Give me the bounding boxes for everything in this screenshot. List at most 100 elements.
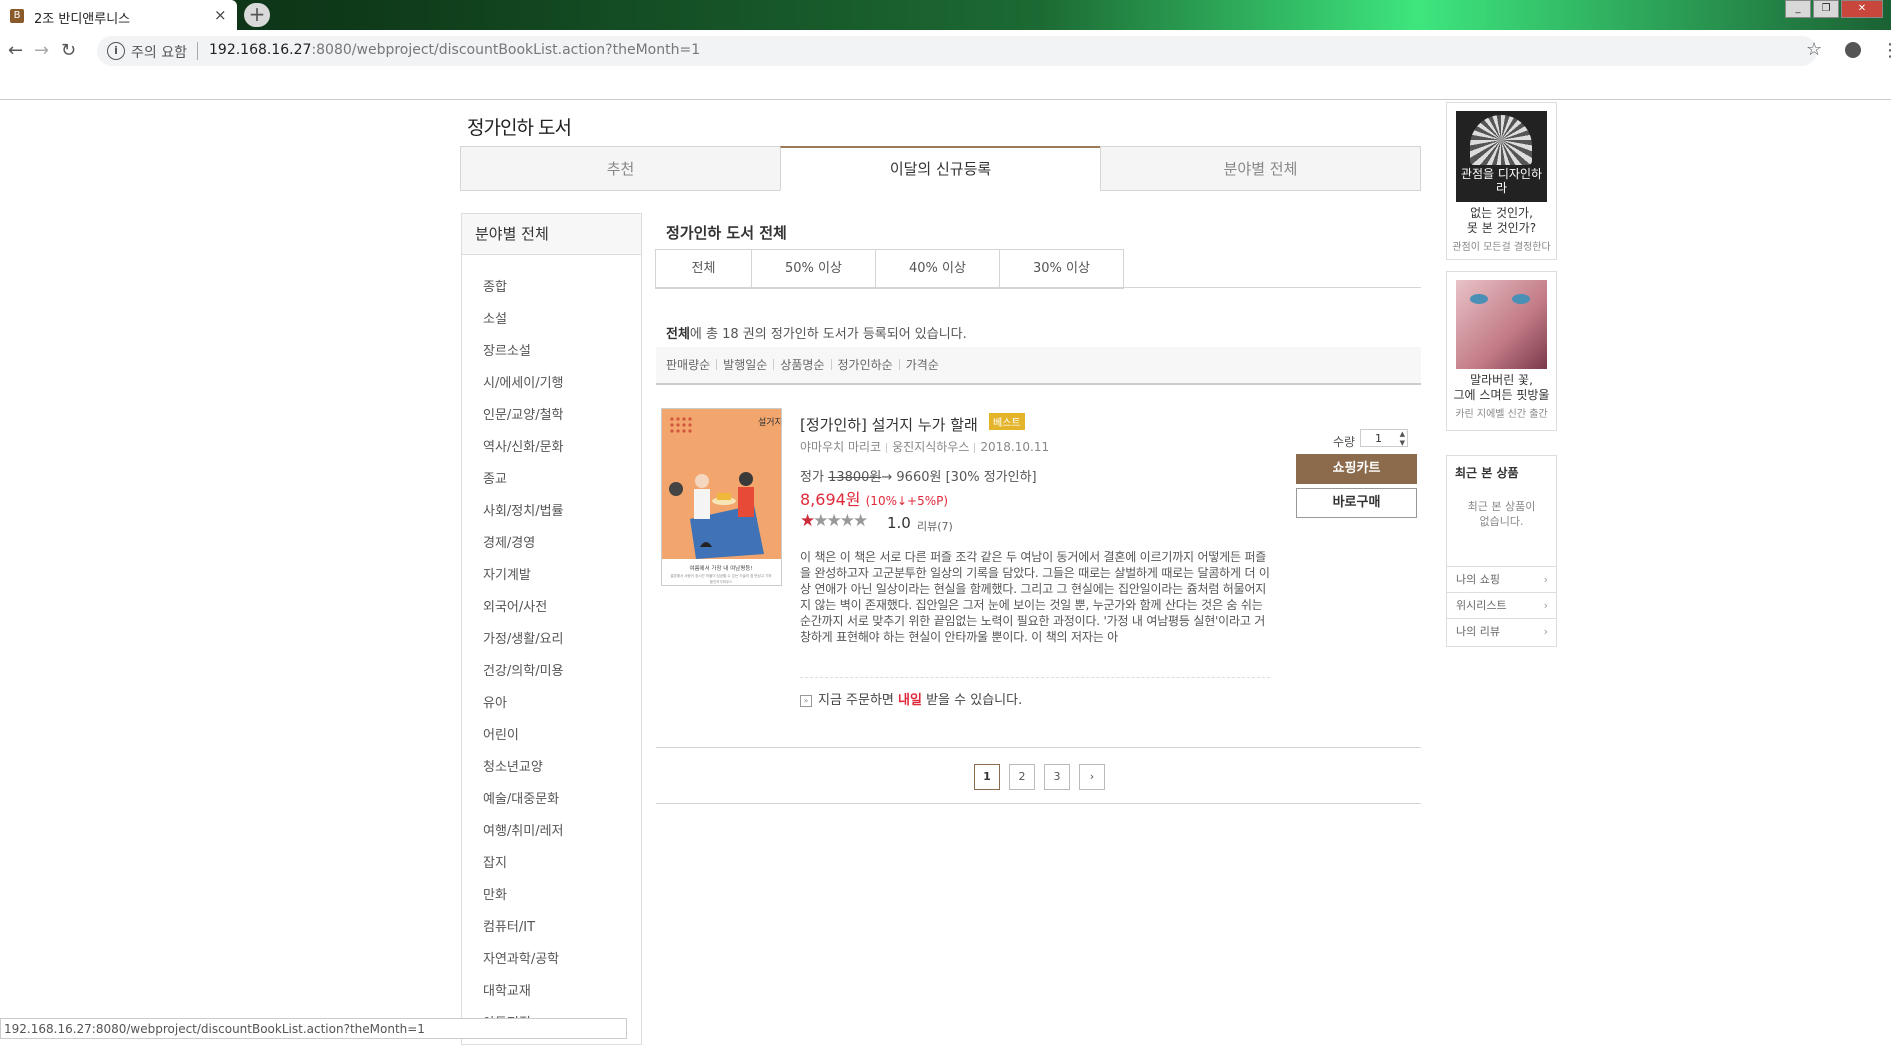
sidebar-category-item[interactable]: 만화 xyxy=(483,884,507,903)
sidebar-category-item[interactable]: 장르소설 xyxy=(483,340,531,359)
sidebar-category-item[interactable]: 여행/취미/레저 xyxy=(483,820,564,839)
tab-recommend[interactable]: 추천 xyxy=(460,146,781,191)
omnibox[interactable]: i 주의 요함 192.168.16.27:8080/webproject/di… xyxy=(97,36,1817,66)
sidebar-category-item[interactable]: 사회/정치/법률 xyxy=(483,500,564,519)
delivery-pre: 지금 주문하면 xyxy=(818,693,899,708)
next-page-icon[interactable]: › xyxy=(1079,764,1105,790)
book-author[interactable]: 야마우치 마리코 xyxy=(800,440,881,454)
ad-2-sub: 카린 지에벨 신간 출간 xyxy=(1455,409,1548,420)
page-1-button[interactable]: 1 xyxy=(974,764,1000,790)
tab-all-categories[interactable]: 분야별 전체 xyxy=(1100,146,1421,191)
forward-icon[interactable]: → xyxy=(34,40,49,61)
restore-icon[interactable]: ❐ xyxy=(1813,0,1839,18)
ad-banner-2[interactable]: 말라버린 꽃, 그에 스며든 핏방울 카린 지에벨 신간 출간 xyxy=(1446,271,1557,431)
sidebar-category-item[interactable]: 유아 xyxy=(483,692,507,711)
ad-banner-1[interactable]: 관점을 디자인하라 없는 것인가, 못 본 것인가? 관점이 모든걸 결정한다 xyxy=(1446,102,1557,260)
close-window-icon[interactable]: ✕ xyxy=(1841,0,1883,18)
original-price: 13800원 xyxy=(828,470,882,485)
ad-1-caption-1: 없는 것인가, xyxy=(1470,206,1533,220)
security-label[interactable]: 주의 요함 xyxy=(131,42,187,62)
rating-value: 1.0 xyxy=(887,514,911,532)
meta-divider xyxy=(974,442,976,453)
ad-2-image xyxy=(1456,280,1547,369)
chevron-right-icon: › xyxy=(1543,599,1548,612)
book-cover[interactable]: 설거지 누가 할래 여름에서 가장 내 여남평등! 결혼해서 사랑이 장시간 허… xyxy=(661,408,822,586)
sidebar-category-item[interactable]: 소설 xyxy=(483,308,507,327)
filter-all[interactable]: 전체 xyxy=(655,249,752,289)
ad-2-eye-left xyxy=(1470,294,1488,304)
sidebar-category-item[interactable]: 잡지 xyxy=(483,852,507,871)
sort-sales[interactable]: 판매량순 xyxy=(666,358,710,372)
sidebar-category-item[interactable]: 컴퓨터/IT xyxy=(483,916,535,935)
add-to-cart-button[interactable]: 쇼핑카트 xyxy=(1296,454,1417,484)
link-my-shopping[interactable]: › 나의 쇼핑 xyxy=(1447,566,1556,592)
tab-close-icon[interactable]: × xyxy=(214,6,227,24)
account-icon[interactable] xyxy=(1845,42,1861,58)
sidebar-category-item[interactable]: 역사/신화/문화 xyxy=(483,436,564,455)
sidebar-category-item[interactable]: 외국어/사전 xyxy=(483,596,547,615)
sidebar-category-item[interactable]: 종합 xyxy=(483,276,507,295)
sidebar-category-item[interactable]: 청소년교양 xyxy=(483,756,543,775)
buy-now-button[interactable]: 바로구매 xyxy=(1296,488,1417,518)
minimize-icon[interactable]: _ xyxy=(1785,0,1811,18)
filter-50[interactable]: 50% 이상 xyxy=(751,249,876,289)
sidebar-category-item[interactable]: 건강/의학/미용 xyxy=(483,660,564,679)
filter-40[interactable]: 40% 이상 xyxy=(875,249,1000,289)
link-label: 나의 리뷰 xyxy=(1456,625,1500,638)
book-publisher[interactable]: 웅진지식하우스 xyxy=(892,440,969,454)
sidebar-category-item[interactable]: 어린이 xyxy=(483,724,519,743)
reduced-price: → 9660원 xyxy=(881,470,942,485)
sort-name[interactable]: 상품명순 xyxy=(780,358,824,372)
sidebar-category-item[interactable]: 종교 xyxy=(483,468,507,487)
review-count[interactable]: 리뷰(7) xyxy=(917,518,953,534)
url-text[interactable]: 192.168.16.27:8080/webproject/discountBo… xyxy=(209,42,700,58)
ad-2-caption-1: 말라버린 꽃, xyxy=(1470,373,1533,387)
recent-empty-2: 없습니다. xyxy=(1479,515,1524,528)
sidebar-category-item[interactable]: 자기계발 xyxy=(483,564,531,583)
recent-empty-1: 최근 본 상품이 xyxy=(1467,500,1536,513)
main-tabs: 추천 이달의 신규등록 분야별 전체 xyxy=(460,146,1421,191)
info-icon[interactable]: i xyxy=(107,42,125,60)
link-my-reviews[interactable]: › 나의 리뷰 xyxy=(1447,618,1556,644)
recent-heading: 최근 본 상품 xyxy=(1455,466,1519,480)
back-icon[interactable]: ← xyxy=(8,40,23,61)
tab-monthly-new[interactable]: 이달의 신규등록 xyxy=(780,146,1101,191)
sidebar-category-item[interactable]: 경제/경영 xyxy=(483,532,535,551)
discount-filter-tabs: 전체 50% 이상 40% 이상 30% 이상 xyxy=(655,249,1124,289)
page-2-button[interactable]: 2 xyxy=(1009,764,1035,790)
tab-title: 2조 반디앤루니스 xyxy=(34,12,131,27)
sort-divider xyxy=(773,359,775,370)
sidebar-category-item[interactable]: 가정/생활/요리 xyxy=(483,628,564,647)
link-wishlist[interactable]: › 위시리스트 xyxy=(1447,592,1556,618)
header-divider xyxy=(0,99,1891,100)
ad-1-image: 관점을 디자인하라 xyxy=(1456,111,1547,202)
browser-tab[interactable]: B 2조 반디앤루니스 × xyxy=(0,0,237,30)
sidebar-category-item[interactable]: 자연과학/공학 xyxy=(483,948,559,967)
menu-icon[interactable]: ⋮ xyxy=(1881,40,1891,61)
sidebar-heading: 분야별 전체 xyxy=(462,214,641,255)
sidebar-category-item[interactable]: 시/에세이/기행 xyxy=(483,372,564,391)
bookmark-star-icon[interactable]: ☆ xyxy=(1806,39,1822,60)
sidebar-category-item[interactable]: 대학교재 xyxy=(483,980,531,999)
quantity-value: 1 xyxy=(1375,432,1382,445)
sort-divider xyxy=(716,359,718,370)
sort-discount[interactable]: 정가인하순 xyxy=(838,358,893,372)
sidebar-category-item[interactable]: 인문/교양/철학 xyxy=(483,404,564,423)
best-badge: 베스트 xyxy=(989,413,1025,430)
page-3-button[interactable]: 3 xyxy=(1044,764,1070,790)
sort-price[interactable]: 가격순 xyxy=(906,358,939,372)
star-empty-icon: ★ xyxy=(839,511,855,531)
filter-30[interactable]: 30% 이상 xyxy=(999,249,1124,289)
sort-date[interactable]: 발행일순 xyxy=(723,358,767,372)
filter-divider xyxy=(656,287,1421,288)
spinner-arrows-icon[interactable]: ▲ ▼ xyxy=(1400,430,1405,448)
cover-subtitle: 결혼해서 사랑이 장시간 허물이 성공할 수 있는 기술의 참 만남고 기하 xyxy=(670,573,772,578)
reload-icon[interactable]: ↻ xyxy=(61,40,76,61)
category-sidebar: 분야별 전체 종합소설장르소설시/에세이/기행인문/교양/철학역사/신화/문화종… xyxy=(461,213,642,1045)
quantity-stepper[interactable]: 1 ▲ ▼ xyxy=(1360,429,1408,447)
new-tab-icon[interactable]: + xyxy=(244,3,270,27)
delivery-day: 내일 xyxy=(898,693,922,708)
book-title[interactable]: [정가인하] 설거지 누가 할래 xyxy=(800,414,978,435)
window-controls: _ ❐ ✕ xyxy=(1785,0,1883,18)
sidebar-category-item[interactable]: 예술/대중문화 xyxy=(483,788,559,807)
